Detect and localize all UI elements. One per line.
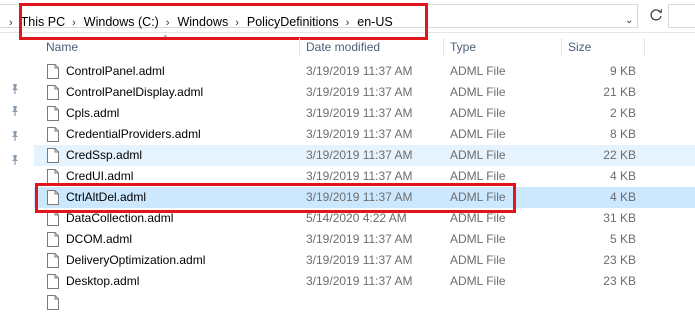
navigation-pane — [0, 33, 34, 299]
file-date-modified: 3/19/2019 11:37 AM — [306, 190, 413, 204]
file-row[interactable]: DCOM.adml 3/19/2019 11:37 AM ADML File 5 KB — [34, 229, 695, 250]
document-icon — [47, 274, 59, 289]
file-size: 23 KB — [603, 274, 636, 288]
column-date-modified[interactable]: Date modified — [302, 36, 443, 58]
pin-icon[interactable] — [9, 105, 21, 117]
file-list: ControlPanel.adml 3/19/2019 11:37 AM ADML … — [34, 61, 695, 313]
file-type: ADML File — [450, 85, 506, 99]
file-row[interactable]: CredentialProviders.adml 3/19/2019 11:37 … — [34, 124, 695, 145]
document-icon — [47, 169, 59, 184]
file-type: ADML File — [450, 64, 506, 78]
column-size[interactable]: Size — [564, 36, 644, 58]
address-bar: › This PC › Windows (C:) › Windows › PolicyDefi… — [0, 0, 695, 33]
file-row[interactable]: CtrlAltDel.adml 3/19/2019 11:37 AM ADML Fi… — [34, 187, 695, 208]
file-size: 21 KB — [603, 85, 636, 99]
file-name[interactable]: CredSsp.adml — [66, 145, 142, 166]
file-size: 22 KB — [603, 148, 636, 162]
file-size: 5 KB — [609, 232, 636, 246]
search-input[interactable] — [668, 4, 695, 28]
file-size: 23 KB — [603, 253, 636, 267]
file-row[interactable] — [34, 292, 695, 313]
breadcrumb-sep-icon[interactable]: › — [235, 17, 239, 29]
file-type: ADML File — [450, 106, 506, 120]
breadcrumb-sep-icon[interactable]: › — [166, 17, 170, 29]
file-type: ADML File — [450, 169, 506, 183]
file-size: 9 KB — [609, 64, 636, 78]
document-icon — [47, 190, 59, 205]
file-type: ADML File — [450, 148, 506, 162]
file-type: ADML File — [450, 127, 506, 141]
file-name[interactable]: CredUI.adml — [66, 166, 133, 187]
file-type: ADML File — [450, 232, 506, 246]
file-date-modified: 3/19/2019 11:37 AM — [306, 106, 413, 120]
file-row[interactable]: Desktop.adml 3/19/2019 11:37 AM ADML File 2… — [34, 271, 695, 292]
column-type[interactable]: Type — [446, 36, 561, 58]
file-date-modified: 3/19/2019 11:37 AM — [306, 232, 413, 246]
file-name[interactable]: DataCollection.adml — [66, 208, 173, 229]
file-name[interactable]: DeliveryOptimization.adml — [66, 250, 205, 271]
breadcrumb-sep-icon[interactable]: › — [346, 17, 350, 29]
file-row[interactable]: ControlPanel.adml 3/19/2019 11:37 AM ADML … — [34, 61, 695, 82]
document-icon — [47, 85, 59, 100]
refresh-icon[interactable] — [648, 7, 664, 23]
column-divider[interactable] — [561, 38, 562, 56]
file-type: ADML File — [450, 211, 506, 225]
file-size: 2 KB — [609, 106, 636, 120]
column-divider[interactable] — [299, 38, 300, 56]
pin-icon[interactable] — [9, 83, 21, 95]
document-icon — [47, 106, 59, 121]
file-row[interactable]: ControlPanelDisplay.adml 3/19/2019 11:37 … — [34, 82, 695, 103]
file-name[interactable]: ControlPanelDisplay.adml — [66, 82, 203, 103]
file-size: 4 KB — [609, 190, 636, 204]
file-date-modified: 3/19/2019 11:37 AM — [306, 64, 413, 78]
column-divider[interactable] — [443, 38, 444, 56]
document-icon — [47, 295, 59, 310]
file-date-modified: 3/19/2019 11:37 AM — [306, 85, 413, 99]
file-date-modified: 5/14/2020 4:22 AM — [306, 211, 407, 225]
file-row[interactable]: CredSsp.adml 3/19/2019 11:37 AM ADML File 2… — [34, 145, 695, 166]
address-field[interactable]: › This PC › Windows (C:) › Windows › PolicyDefi… — [0, 4, 638, 29]
file-date-modified: 3/19/2019 11:37 AM — [306, 253, 413, 267]
file-name[interactable]: DCOM.adml — [66, 229, 132, 250]
column-divider[interactable] — [644, 38, 645, 56]
breadcrumb-policydefinitions[interactable]: PolicyDefinitions — [247, 15, 339, 29]
file-name[interactable]: ControlPanel.adml — [66, 61, 165, 82]
file-row[interactable]: Cpls.adml 3/19/2019 11:37 AM ADML File 2 KB — [34, 103, 695, 124]
file-type: ADML File — [450, 190, 506, 204]
breadcrumb-sep-icon[interactable]: › — [72, 17, 76, 29]
breadcrumb-windows[interactable]: Windows — [177, 15, 228, 29]
chevron-down-icon[interactable]: ⌄ — [625, 15, 633, 26]
document-icon — [47, 127, 59, 142]
file-date-modified: 3/19/2019 11:37 AM — [306, 148, 413, 162]
breadcrumb-this-pc[interactable]: This PC — [21, 15, 65, 29]
column-header: ⌃ Name Date modified Type Size — [34, 34, 695, 58]
pin-icon[interactable] — [9, 154, 21, 166]
breadcrumb-sep-icon[interactable]: › — [9, 17, 13, 29]
file-name[interactable]: Cpls.adml — [66, 103, 119, 124]
file-date-modified: 3/19/2019 11:37 AM — [306, 169, 413, 183]
breadcrumb-en-us[interactable]: en-US — [357, 15, 392, 29]
file-name[interactable]: CtrlAltDel.adml — [66, 187, 146, 208]
pin-icon[interactable] — [9, 130, 21, 142]
file-name[interactable]: CredentialProviders.adml — [66, 124, 201, 145]
document-icon — [47, 253, 59, 268]
file-name[interactable]: Desktop.adml — [66, 271, 139, 292]
column-name[interactable]: Name — [42, 36, 299, 58]
breadcrumb-windows-c[interactable]: Windows (C:) — [84, 15, 159, 29]
document-icon — [47, 148, 59, 163]
file-row[interactable]: DataCollection.adml 5/14/2020 4:22 AM ADML… — [34, 208, 695, 229]
file-row[interactable]: DeliveryOptimization.adml 3/19/2019 11:37… — [34, 250, 695, 271]
file-size: 4 KB — [609, 169, 636, 183]
file-row[interactable]: CredUI.adml 3/19/2019 11:37 AM ADML File 4 … — [34, 166, 695, 187]
document-icon — [47, 232, 59, 247]
file-size: 8 KB — [609, 127, 636, 141]
breadcrumb: › This PC › Windows (C:) › Windows › PolicyDefi… — [9, 15, 393, 29]
document-icon — [47, 64, 59, 79]
document-icon — [47, 211, 59, 226]
file-type: ADML File — [450, 274, 506, 288]
file-size: 31 KB — [603, 211, 636, 225]
file-type: ADML File — [450, 253, 506, 267]
file-date-modified: 3/19/2019 11:37 AM — [306, 274, 413, 288]
file-date-modified: 3/19/2019 11:37 AM — [306, 127, 413, 141]
